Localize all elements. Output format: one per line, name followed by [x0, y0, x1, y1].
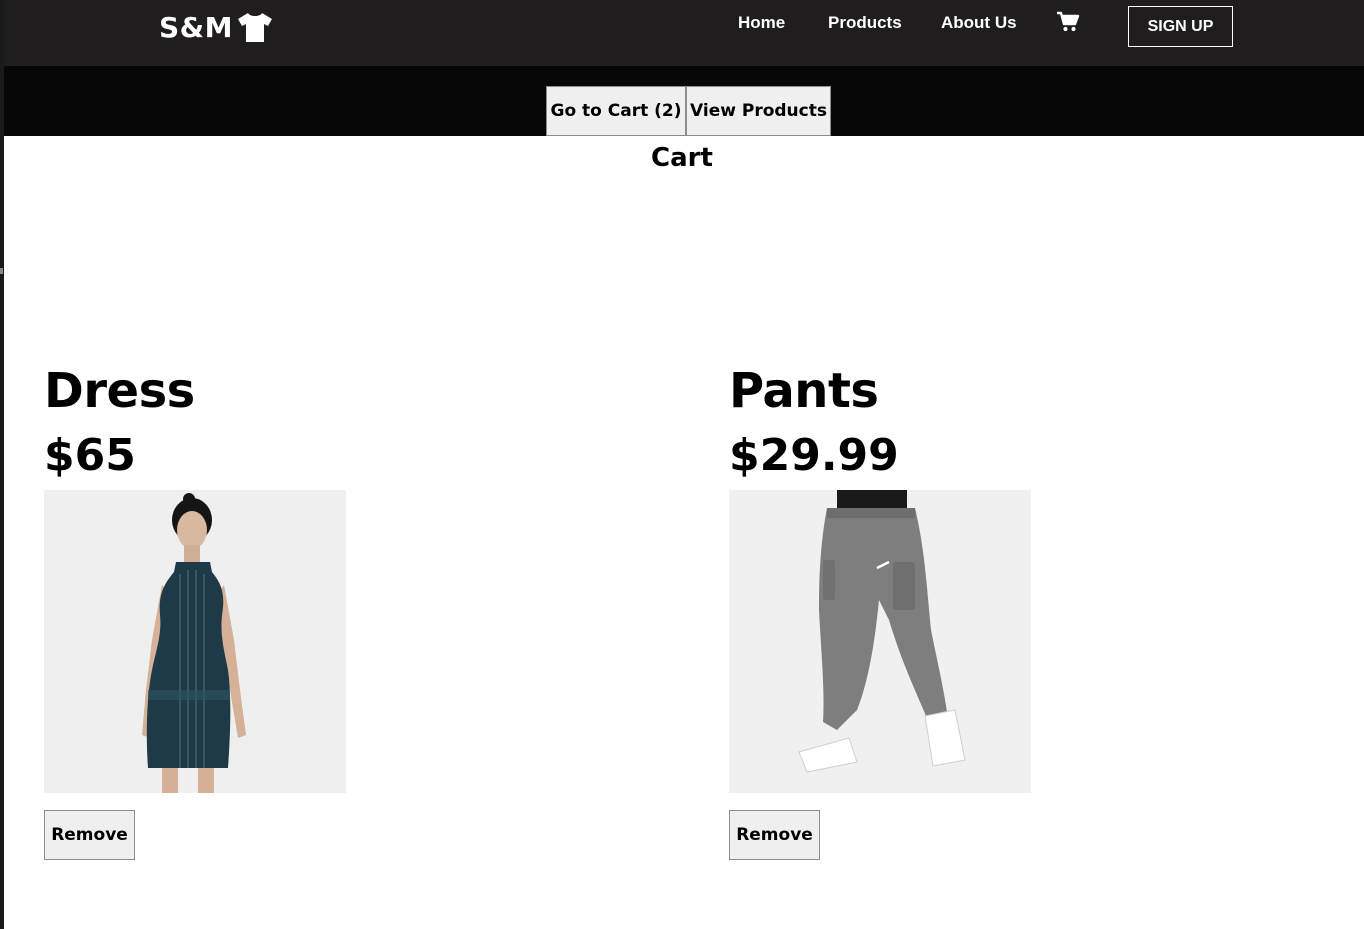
nav-home-link[interactable]: Home	[738, 12, 785, 34]
brand-name: S&M	[159, 10, 233, 44]
pants-photo	[729, 490, 1031, 793]
item-price: $65	[44, 430, 136, 481]
sign-up-button[interactable]: SIGN UP	[1128, 6, 1233, 47]
edge-mark	[0, 268, 3, 274]
go-to-cart-button[interactable]: Go to Cart (2)	[546, 86, 686, 136]
cart-item: Dress $65 Remove	[44, 360, 444, 860]
remove-button[interactable]: Remove	[44, 810, 135, 860]
nav-about-link[interactable]: About Us	[941, 12, 1017, 34]
item-name: Pants	[729, 363, 879, 419]
view-products-button[interactable]: View Products	[686, 86, 831, 136]
cart-item: Pants $29.99 Remove	[729, 360, 1129, 860]
item-name: Dress	[44, 363, 195, 419]
page: S&M Home Products About Us SIGN UP Go to…	[0, 0, 1364, 929]
tshirt-icon	[237, 13, 272, 42]
dress-photo	[44, 490, 346, 793]
nav-products-link[interactable]: Products	[828, 12, 902, 34]
remove-button[interactable]: Remove	[729, 810, 820, 860]
item-price: $29.99	[729, 430, 899, 481]
window-edge	[0, 0, 4, 929]
brand-logo[interactable]: S&M	[159, 9, 275, 45]
page-title: Cart	[651, 143, 713, 173]
shopping-cart-icon[interactable]	[1056, 11, 1080, 33]
